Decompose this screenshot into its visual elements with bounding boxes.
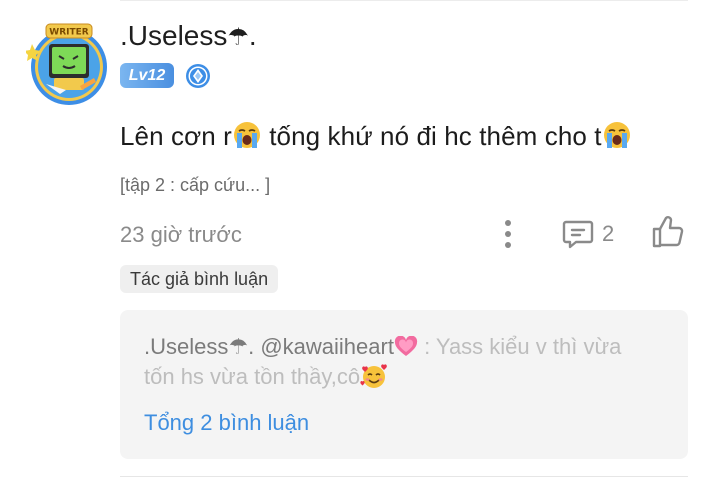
smiling-face-with-hearts-icon bbox=[360, 364, 387, 388]
umbrella-icon: ☂ bbox=[228, 334, 249, 359]
reply-button[interactable]: 2 bbox=[562, 216, 614, 252]
reply-item[interactable]: .Useless☂. @kawaiiheart : Yass kiểu v th… bbox=[144, 332, 644, 392]
top-divider bbox=[120, 0, 688, 1]
level-badge: Lv12 bbox=[120, 63, 174, 88]
chapter-reference[interactable]: [tập 2 : cấp cứu... ] bbox=[120, 175, 270, 196]
more-vertical-icon[interactable] bbox=[496, 218, 520, 250]
username-suffix: . bbox=[248, 20, 257, 51]
diamond-rank-icon bbox=[185, 63, 211, 89]
username-text: .Useless bbox=[120, 20, 228, 51]
comment-text-part2: tống khứ nó đi hc thêm cho t bbox=[261, 121, 602, 151]
comment-text-part1: Lên cơn r bbox=[120, 121, 232, 151]
view-all-replies-link[interactable]: Tổng 2 bình luận bbox=[144, 410, 309, 436]
umbrella-icon: ☂ bbox=[227, 24, 249, 51]
loudly-crying-face-icon bbox=[603, 122, 630, 148]
comment-text: Lên cơn r tống khứ nó đi hc thêm cho t bbox=[120, 120, 632, 152]
comment-timestamp: 23 giờ trước bbox=[120, 222, 242, 247]
comment-icon bbox=[562, 220, 594, 249]
loudly-crying-face-icon bbox=[233, 122, 260, 148]
replies-preview[interactable]: .Useless☂. @kawaiiheart : Yass kiểu v th… bbox=[120, 310, 688, 459]
growing-heart-icon bbox=[394, 335, 418, 356]
thumbs-up-icon[interactable] bbox=[650, 214, 686, 250]
bottom-divider bbox=[120, 476, 688, 477]
reply-author[interactable]: .Useless bbox=[144, 334, 228, 359]
reply-author-suffix: . bbox=[248, 334, 255, 359]
author-comment-badge: Tác giả bình luận bbox=[120, 265, 279, 293]
reply-count: 2 bbox=[602, 221, 615, 246]
user-avatar[interactable]: WRITER bbox=[24, 22, 112, 108]
comment-username[interactable]: .Useless☂. bbox=[120, 20, 257, 52]
reply-mention[interactable]: @kawaiiheart bbox=[260, 334, 394, 359]
svg-text:WRITER: WRITER bbox=[49, 28, 88, 38]
